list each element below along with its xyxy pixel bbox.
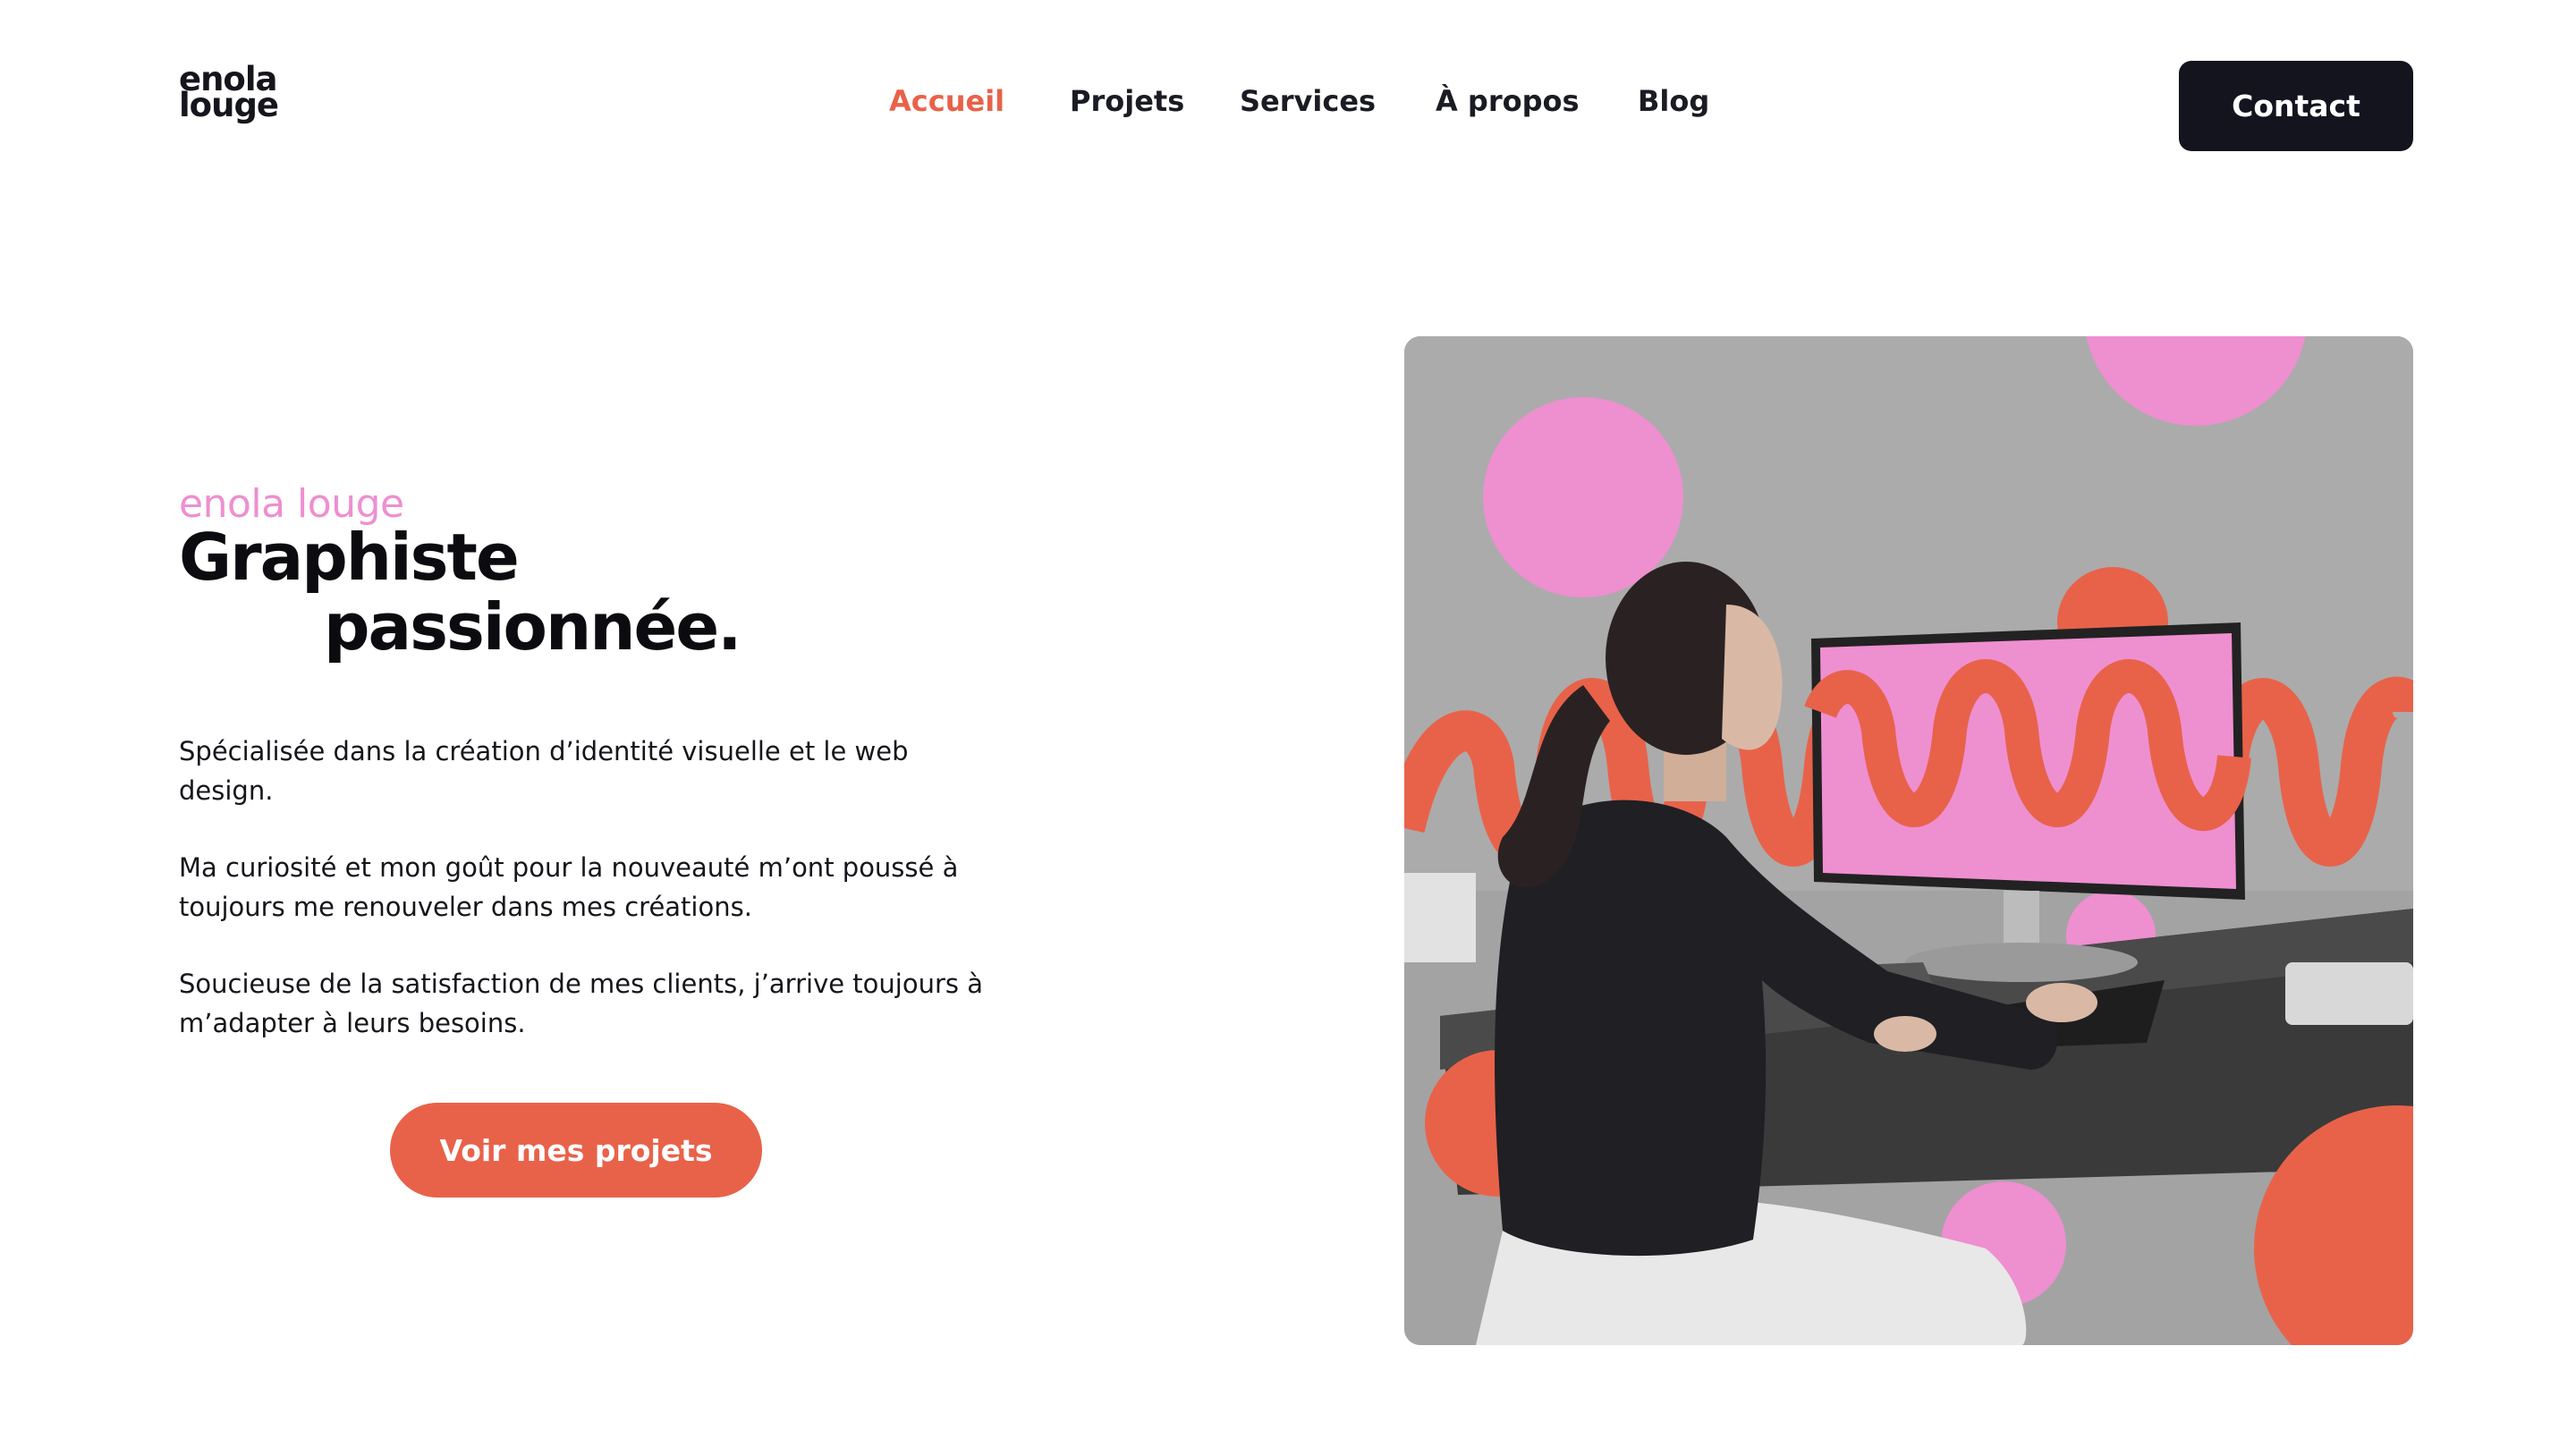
nav-item-accueil[interactable]: Accueil: [889, 84, 1004, 118]
nav-item-a-propos[interactable]: À propos: [1436, 84, 1580, 118]
hero-illustration: [1404, 336, 2413, 1345]
hero-paragraph-1: Spécialisée dans la création d’identité …: [179, 736, 909, 806]
nav-item-projets[interactable]: Projets: [1070, 84, 1184, 118]
hero-title-line-2: passionnée.: [324, 589, 742, 665]
nav-item-services[interactable]: Services: [1240, 84, 1376, 118]
nav-item-blog[interactable]: Blog: [1638, 84, 1709, 118]
hero-paragraph-2: Ma curiosité et mon goût pour la nouveau…: [179, 852, 959, 922]
hero-image: [1404, 336, 2413, 1345]
contact-button[interactable]: Contact: [2179, 61, 2413, 151]
hero-description: Spécialisée dans la création d’identité …: [179, 732, 984, 1080]
hero-title: Graphiste passionnée.: [179, 520, 742, 665]
hero-paragraph-3: Soucieuse de la satisfaction de mes clie…: [179, 969, 983, 1038]
hero-title-line-1: Graphiste: [179, 520, 520, 595]
view-projects-button[interactable]: Voir mes projets: [390, 1103, 762, 1198]
